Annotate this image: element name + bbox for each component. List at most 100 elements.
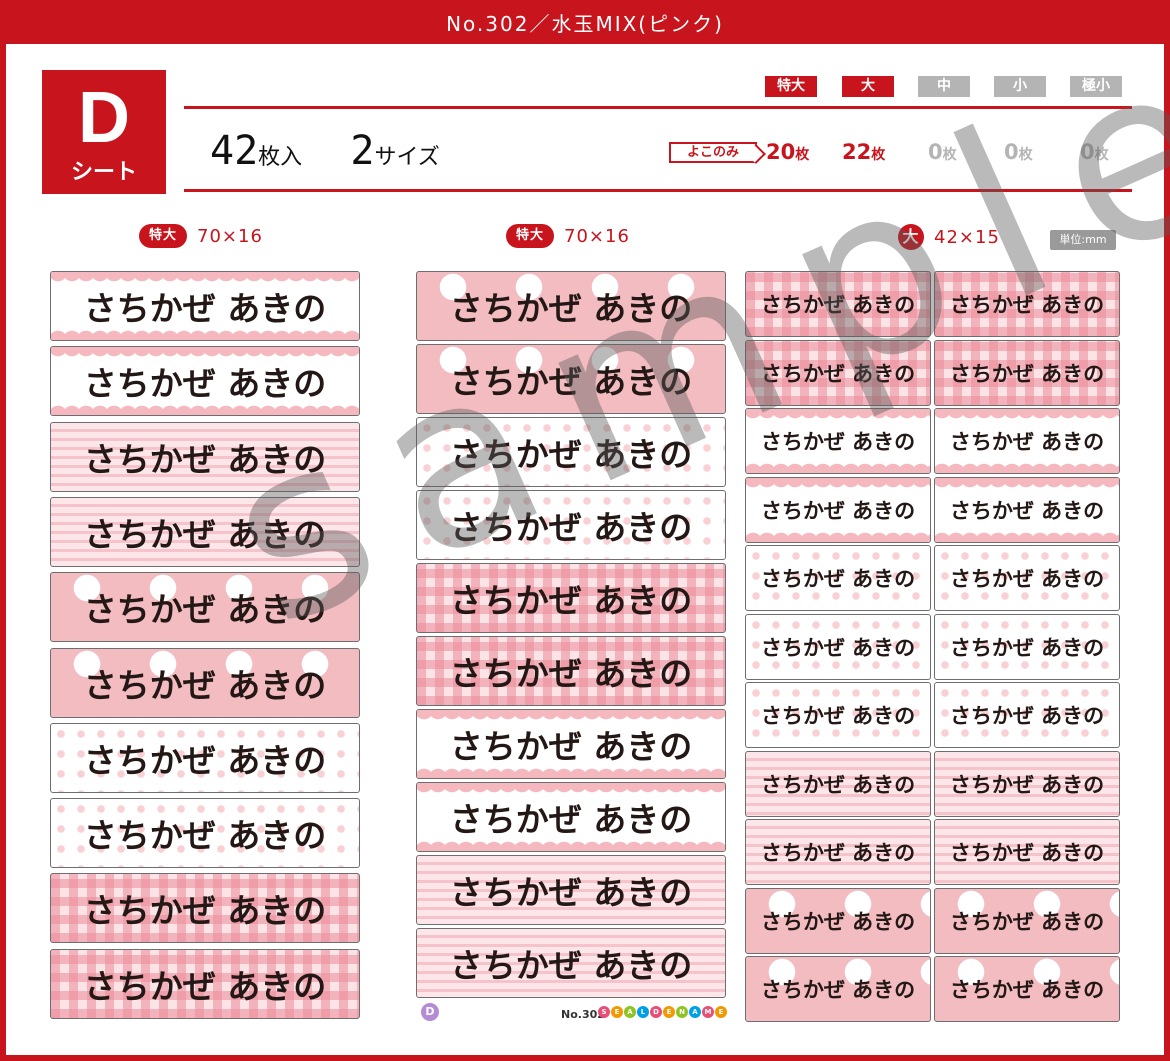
brand-letter: A xyxy=(689,1006,701,1018)
name-label-sticker: さちかぜ あきの xyxy=(934,819,1120,885)
label-name-text: さちかぜ あきの xyxy=(949,293,1105,317)
name-label-sticker: さちかぜ あきの xyxy=(416,636,726,706)
label-name-text: さちかぜ あきの xyxy=(949,498,1105,523)
label-name-text: さちかぜ あきの xyxy=(449,727,693,766)
quantity-unit: 枚 xyxy=(795,147,810,163)
size-chip: 極小 xyxy=(1070,76,1122,97)
name-label-sticker: さちかぜ あきの xyxy=(416,490,726,560)
label-name-text: さちかぜ あきの xyxy=(83,740,327,780)
name-label-sticker: さちかぜ あきの xyxy=(416,928,726,998)
sheet-summary: 42枚入 2サイズ xyxy=(210,128,440,174)
label-name-text: さちかぜ あきの xyxy=(949,978,1105,1002)
quantity-number: 20 xyxy=(766,140,796,164)
label-name-text: さちかぜ あきの xyxy=(949,635,1105,660)
name-label-sticker: さちかぜ あきの xyxy=(745,819,931,885)
name-label-sticker: さちかぜ あきの xyxy=(934,339,1120,406)
size-chip: 小 xyxy=(994,76,1046,97)
label-count-unit: 枚入 xyxy=(258,145,303,170)
unit-badge: 単位:mm xyxy=(1050,230,1116,250)
name-label-sticker: さちかぜ あきの xyxy=(50,873,360,944)
name-label-sticker: さちかぜ あきの xyxy=(50,271,360,341)
name-label-sticker: さちかぜ あきの xyxy=(934,887,1120,954)
name-label-sticker: さちかぜ あきの xyxy=(745,750,931,817)
quantity-unit: 枚 xyxy=(1018,147,1033,163)
quantity-unit: 枚 xyxy=(942,147,957,163)
name-label-sticker: さちかぜ あきの xyxy=(745,476,931,543)
label-name-text: さちかぜ あきの xyxy=(760,293,916,317)
label-name-text: さちかぜ あきの xyxy=(83,289,327,328)
size-badge: 特大 xyxy=(139,224,188,248)
size-chip: 大 xyxy=(842,76,894,97)
sheet-letter: D xyxy=(78,78,130,158)
label-name-text: さちかぜ あきの xyxy=(449,873,693,912)
column-dimensions: 70×16 xyxy=(197,225,263,247)
quantity-unit: 枚 xyxy=(1094,147,1109,163)
brand-letter: E xyxy=(663,1006,675,1018)
name-label-sticker: さちかぜ あきの xyxy=(50,421,360,492)
label-name-text: さちかぜ あきの xyxy=(760,498,916,523)
divider-top xyxy=(184,106,1132,109)
product-title: No.302／水玉MIX(ピンク) xyxy=(0,0,1170,44)
size-quantity: 0枚 xyxy=(1080,140,1109,164)
name-label-sticker: さちかぜ あきの xyxy=(745,682,931,748)
name-label-sticker: さちかぜ あきの xyxy=(745,271,931,337)
name-label-sticker: さちかぜ あきの xyxy=(416,271,726,341)
label-name-text: さちかぜ あきの xyxy=(760,361,916,386)
size-chip: 中 xyxy=(918,76,970,97)
name-label-sticker: さちかぜ あきの xyxy=(416,563,726,633)
label-name-text: さちかぜ あきの xyxy=(760,978,916,1002)
label-name-text: さちかぜ あきの xyxy=(449,362,693,401)
label-name-text: さちかぜ あきの xyxy=(949,841,1105,865)
size-quantity: 0枚 xyxy=(1004,140,1033,164)
size-badge: 特大 xyxy=(506,224,555,248)
label-name-text: さちかぜ あきの xyxy=(83,891,327,931)
label-name-text: さちかぜ あきの xyxy=(760,772,916,797)
label-name-text: さちかぜ あきの xyxy=(449,946,693,985)
label-name-text: さちかぜ あきの xyxy=(949,361,1105,386)
name-label-sticker: さちかぜ あきの xyxy=(50,647,360,718)
name-label-sticker: さちかぜ あきの xyxy=(745,545,931,611)
quantity-number: 0 xyxy=(1080,140,1095,164)
name-label-sticker: さちかぜ あきの xyxy=(50,722,360,793)
label-name-text: さちかぜ あきの xyxy=(949,567,1105,591)
name-label-sticker: さちかぜ あきの xyxy=(934,271,1120,337)
label-name-text: さちかぜ あきの xyxy=(760,841,916,865)
name-label-sticker: さちかぜ あきの xyxy=(416,417,726,487)
column-dimensions: 42×15 xyxy=(934,226,1000,248)
label-name-text: さちかぜ あきの xyxy=(83,439,327,479)
sheet-type-label: シート xyxy=(70,160,137,185)
brand-logo: SEALDENAME xyxy=(598,1006,727,1018)
size-badge: 大 xyxy=(898,224,924,250)
name-label-sticker: さちかぜ あきの xyxy=(745,613,931,680)
quantity-number: 0 xyxy=(1004,140,1019,164)
label-name-text: さちかぜ あきの xyxy=(449,800,693,839)
name-label-sticker: さちかぜ あきの xyxy=(416,855,726,925)
quantity-number: 22 xyxy=(842,140,872,164)
name-label-sticker: さちかぜ あきの xyxy=(934,408,1120,474)
label-name-text: さちかぜ あきの xyxy=(449,508,693,547)
name-label-sticker: さちかぜ あきの xyxy=(50,346,360,417)
label-name-text: さちかぜ あきの xyxy=(449,654,693,693)
column-header-3: 大 42×15 xyxy=(898,224,1000,250)
size-count-unit: サイズ xyxy=(374,145,440,170)
label-name-text: さちかぜ あきの xyxy=(83,514,327,554)
name-label-sticker: さちかぜ あきの xyxy=(934,545,1120,611)
brand-letter: E xyxy=(611,1006,623,1018)
label-name-text: さちかぜ あきの xyxy=(83,816,327,856)
sheet-type-badge: D シート xyxy=(42,70,166,194)
brand-letter: A xyxy=(624,1006,636,1018)
name-label-sticker: さちかぜ あきの xyxy=(934,613,1120,680)
label-name-text: さちかぜ あきの xyxy=(949,430,1105,454)
name-label-sticker: さちかぜ あきの xyxy=(934,682,1120,748)
name-label-sticker: さちかぜ あきの xyxy=(416,709,726,779)
name-label-sticker: さちかぜ あきの xyxy=(745,408,931,474)
name-label-sticker: さちかぜ あきの xyxy=(745,956,931,1022)
name-label-sticker: さちかぜ あきの xyxy=(50,572,360,643)
name-label-sticker: さちかぜ あきの xyxy=(416,344,726,414)
name-label-sticker: さちかぜ あきの xyxy=(934,956,1120,1022)
size-quantity: 22枚 xyxy=(842,140,885,164)
name-label-sticker: さちかぜ あきの xyxy=(50,948,360,1019)
name-label-sticker: さちかぜ あきの xyxy=(745,339,931,406)
name-label-sticker: さちかぜ あきの xyxy=(745,887,931,954)
size-quantity: 20枚 xyxy=(766,140,809,164)
